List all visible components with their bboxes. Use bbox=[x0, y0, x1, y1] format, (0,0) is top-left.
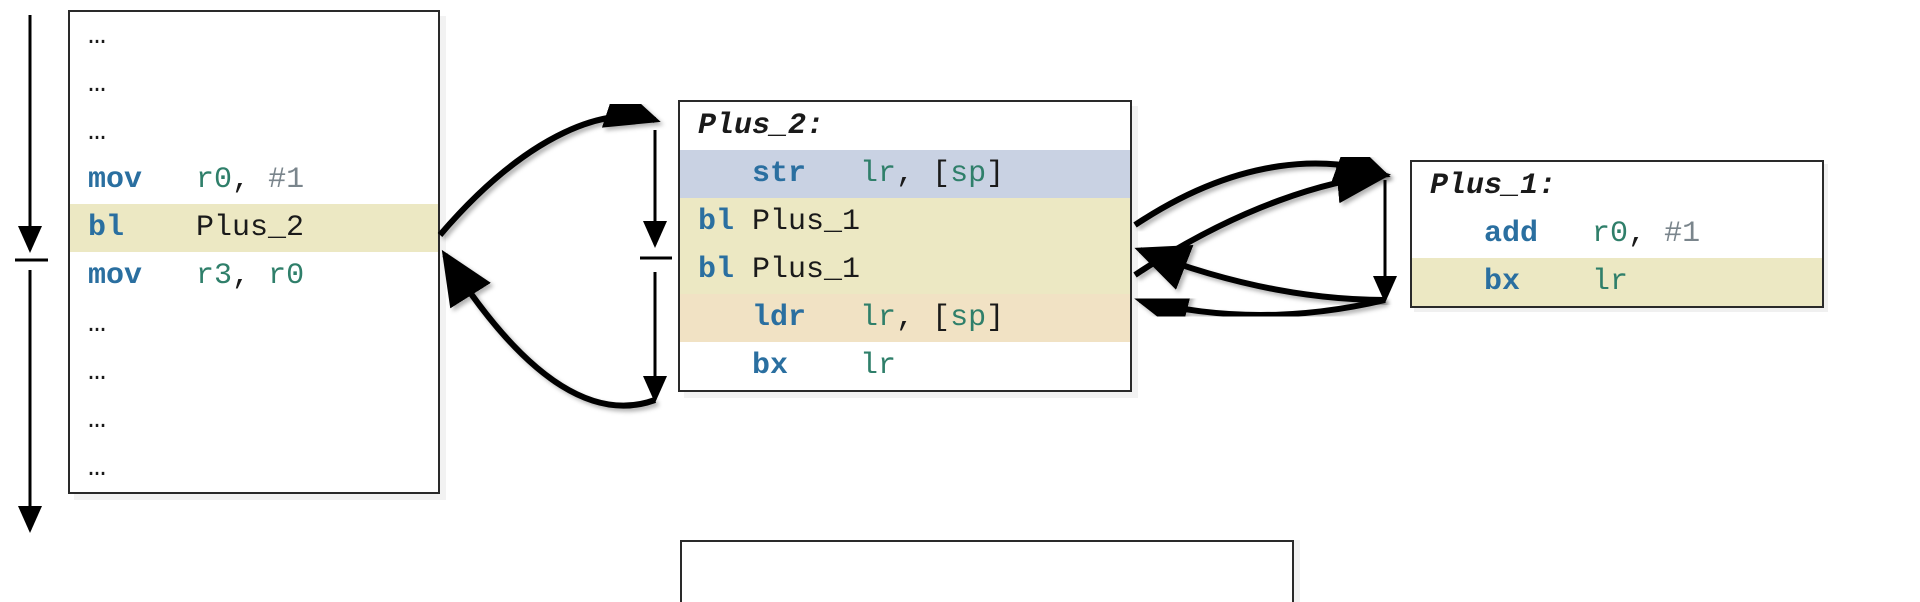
code-block-plus1: Plus_1: add r0, #1 bx lr bbox=[1410, 160, 1824, 308]
code-label: Plus_2: bbox=[680, 102, 1130, 150]
code-block-main: ………mov r0, #1bl Plus_2mov r3, r0………… bbox=[68, 10, 440, 494]
code-line: bl Plus_1 bbox=[680, 198, 1130, 246]
partial-box bbox=[680, 540, 1294, 602]
code-line: bl Plus_2 bbox=[70, 204, 438, 252]
code-line: … bbox=[70, 300, 438, 348]
code-line: … bbox=[70, 12, 438, 60]
code-line: … bbox=[70, 396, 438, 444]
code-line: … bbox=[70, 444, 438, 492]
code-line: mov r3, r0 bbox=[70, 252, 438, 300]
code-line: mov r0, #1 bbox=[70, 156, 438, 204]
code-line: str lr, [sp] bbox=[680, 150, 1130, 198]
code-line: bl Plus_1 bbox=[680, 246, 1130, 294]
diagram: ………mov r0, #1bl Plus_2mov r3, r0………… Plu… bbox=[0, 0, 1920, 571]
code-line: bx lr bbox=[1412, 258, 1822, 306]
code-line: … bbox=[70, 348, 438, 396]
code-line: ldr lr, [sp] bbox=[680, 294, 1130, 342]
code-label: Plus_1: bbox=[1412, 162, 1822, 210]
code-line: … bbox=[70, 60, 438, 108]
code-block-plus2: Plus_2: str lr, [sp]bl Plus_1bl Plus_1 l… bbox=[678, 100, 1132, 392]
code-line: … bbox=[70, 108, 438, 156]
code-line: bx lr bbox=[680, 342, 1130, 390]
code-line: add r0, #1 bbox=[1412, 210, 1822, 258]
